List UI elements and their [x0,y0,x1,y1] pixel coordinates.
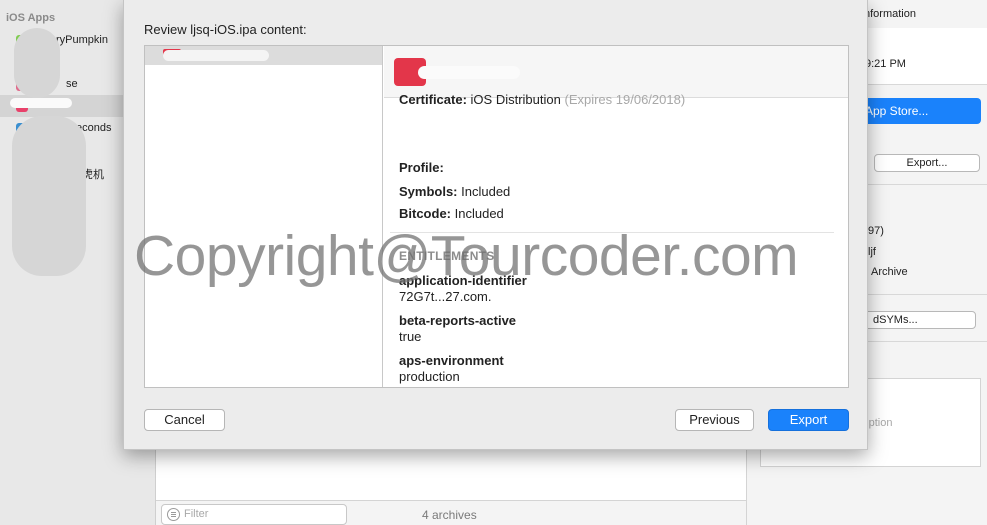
certificate-row: Certificate: iOS Distribution (Expires 1… [399,92,685,107]
cancel-button[interactable]: Cancel [144,409,225,431]
team-text: ljf [868,246,876,258]
symbols-label: Symbols: [399,184,458,199]
symbols-row: Symbols: Included [399,184,510,199]
entitlement-key: application-identifier [399,273,527,288]
redaction [14,28,60,98]
bitcode-row: Bitcode: Included [399,206,504,221]
filter-input[interactable]: Filter [161,504,347,525]
file-list-row-selected[interactable] [145,46,382,65]
entitlements-title: ENTITLEMENTS [399,249,495,263]
entitlement-value: production [399,369,460,384]
bitcode-label: Bitcode: [399,206,451,221]
entitlement-key: beta-reports-active [399,313,517,328]
details-header [384,46,848,98]
details-pane: Certificate: iOS Distribution (Expires 1… [384,46,848,387]
certificate-label: Certificate: [399,92,467,107]
divider [390,232,834,233]
content-frame: Certificate: iOS Distribution (Expires 1… [144,45,849,388]
archive-time: 9:21 PM [865,58,906,70]
export-button[interactable]: Export... [874,154,980,172]
file-list[interactable] [145,46,383,387]
certificate-value: iOS Distribution [470,92,561,107]
redaction [10,98,72,108]
bitcode-value: Included [454,206,504,221]
filter-icon [167,508,180,521]
export-confirm-button[interactable]: Export [768,409,849,431]
version-text: 97) [868,225,884,237]
filter-placeholder: Filter [184,508,209,520]
certificate-expiry: (Expires 19/06/2018) [564,92,686,107]
sidebar-item-label: se [66,78,78,90]
inspector-header: nformation [864,8,916,20]
sidebar-item-label: ryPumpkin [56,34,108,46]
type-text: Archive [871,266,908,278]
archive-count: 4 archives [422,508,477,522]
profile-label: Profile: [399,160,444,175]
upload-app-store-button[interactable]: App Store... [861,98,981,124]
redaction [418,66,520,79]
symbols-value: Included [461,184,511,199]
redaction [12,116,86,276]
entitlement-value: 72G7t...27.com. [399,289,492,304]
entitlement-value: true [399,329,422,344]
profile-row: Profile: [399,160,444,175]
review-content-sheet: Review ljsq-iOS.ipa content: Certificate… [123,0,868,450]
redaction [163,50,269,61]
entitlement-key: aps-environment [399,353,504,368]
download-dsyms-button[interactable]: dSYMs... [860,311,976,329]
previous-button[interactable]: Previous [675,409,754,431]
sidebar-header: iOS Apps [6,12,56,24]
sheet-title: Review ljsq-iOS.ipa content: [144,22,307,37]
archive-list-footer: Filter 4 archives [156,500,746,525]
